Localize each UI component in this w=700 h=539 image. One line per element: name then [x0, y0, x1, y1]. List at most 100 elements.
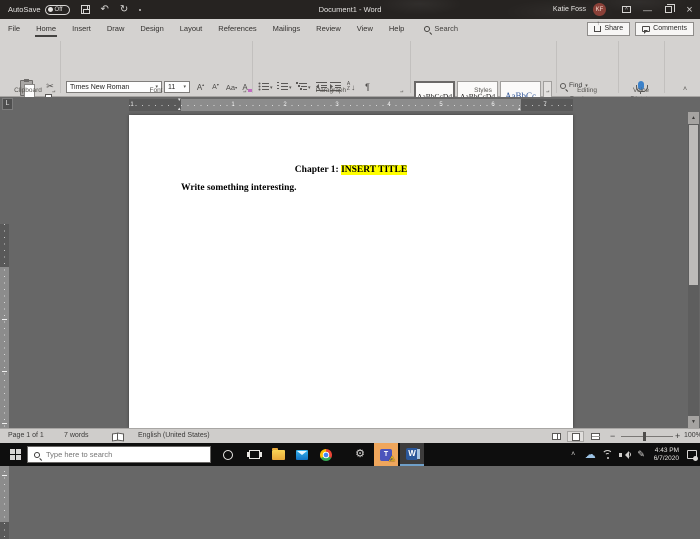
tab-draw[interactable]: Draw — [99, 19, 133, 38]
scrollbar-thumb[interactable] — [689, 125, 698, 285]
zoom-in-button[interactable]: + — [675, 431, 680, 441]
tab-home[interactable]: Home — [28, 19, 64, 38]
tab-insert[interactable]: Insert — [64, 19, 99, 38]
vertical-inch-mark — [2, 475, 7, 476]
horizontal-ruler[interactable]: 1 1 2 3 4 5 6 7 ▾ ▴ ▴ — [129, 99, 573, 111]
search-label: Search — [434, 24, 458, 33]
clipboard-dialog-launcher[interactable]: ⌐ — [52, 88, 56, 94]
editing-group-label: Editing — [556, 87, 618, 94]
ribbon-search[interactable]: Search — [424, 24, 458, 33]
tab-mailings[interactable]: Mailings — [265, 19, 309, 38]
vertical-inch-mark — [2, 319, 7, 320]
pen-icon[interactable]: ✎ — [633, 449, 650, 460]
file-explorer-button[interactable] — [268, 443, 288, 466]
settings-button[interactable]: ⚙ — [350, 443, 370, 466]
comments-button[interactable]: Comments — [635, 22, 694, 36]
onedrive-icon[interactable]: ☁ — [582, 448, 599, 461]
tab-file[interactable]: File — [0, 19, 28, 38]
document-page[interactable]: Chapter 1: INSERT TITLE Write something … — [129, 115, 573, 428]
teams-button[interactable]: T⚠ — [374, 443, 398, 466]
task-view-button[interactable] — [244, 443, 264, 466]
group-separator — [60, 41, 61, 93]
language-indicator[interactable]: English (United States) — [138, 432, 210, 439]
ruler-row: L 1 1 2 3 4 5 6 7 ▾ ▴ ▴ — [0, 97, 700, 112]
word-count[interactable]: 7 words — [64, 432, 89, 439]
paragraph-group-label: Paragraph — [252, 87, 410, 94]
restore-icon — [665, 6, 672, 13]
tray-time: 4:43 PM — [654, 447, 679, 455]
taskbar-search-input[interactable] — [46, 450, 186, 459]
group-separator — [410, 41, 411, 93]
cortana-button[interactable] — [218, 443, 238, 466]
print-layout-icon — [572, 433, 580, 441]
show-hidden-icons-button[interactable]: ˄ — [565, 451, 582, 458]
zoom-level[interactable]: 100% — [684, 432, 700, 439]
tab-view[interactable]: View — [349, 19, 381, 38]
action-center-button[interactable] — [683, 450, 700, 459]
page-indicator[interactable]: Page 1 of 1 — [8, 432, 44, 439]
chrome-button[interactable] — [316, 443, 336, 466]
vertical-ruler-ticks — [4, 224, 5, 539]
first-line-indent-marker[interactable]: ▾ — [178, 98, 181, 103]
read-mode-icon — [552, 433, 561, 440]
zoom-slider-track[interactable] — [621, 436, 673, 437]
close-button[interactable]: × — [679, 0, 700, 19]
taskbar: ⚙ T⚠ W ˄ ☁ ✎ 4:43 PM 6/7/2020 — [0, 443, 700, 466]
ribbon-display-options-button[interactable]: ˄ — [616, 0, 637, 19]
web-layout-icon — [591, 433, 600, 440]
heading-highlighted-text: INSERT TITLE — [341, 165, 407, 175]
tab-review[interactable]: Review — [308, 19, 349, 38]
volume-icon[interactable] — [616, 451, 633, 459]
tab-stop-selector[interactable]: L — [2, 98, 13, 110]
undo-icon[interactable]: ↶ — [101, 5, 109, 15]
tab-layout[interactable]: Layout — [172, 19, 211, 38]
share-icon — [594, 26, 601, 32]
autosave-switch[interactable]: Off — [45, 5, 70, 15]
paragraph-dialog-launcher[interactable]: ⌐ — [400, 88, 404, 94]
scroll-up-icon[interactable]: ▲ — [688, 112, 699, 124]
autosave-toggle[interactable]: AutoSave Off — [8, 5, 70, 15]
redo-icon[interactable]: ↻ — [120, 5, 128, 15]
restore-button[interactable] — [658, 0, 679, 19]
share-button[interactable]: Share — [587, 22, 630, 36]
tab-design[interactable]: Design — [132, 19, 171, 38]
vertical-inch-mark — [2, 423, 7, 424]
group-separator — [556, 41, 557, 93]
document-area: Chapter 1: INSERT TITLE Write something … — [0, 112, 700, 428]
ruler-mark: 4 — [387, 102, 390, 108]
zoom-slider-thumb[interactable] — [643, 432, 646, 441]
action-center-icon — [687, 450, 697, 459]
web-layout-button[interactable] — [587, 431, 604, 442]
document-body-text[interactable]: Write something interesting. — [181, 183, 296, 193]
account-name[interactable]: Katie Foss — [553, 6, 586, 13]
word-taskbar-button[interactable]: W — [400, 443, 424, 466]
avatar[interactable]: KF — [593, 3, 606, 16]
vertical-scrollbar[interactable]: ▲ ▼ — [688, 112, 699, 428]
print-layout-button[interactable] — [567, 431, 584, 442]
document-heading[interactable]: Chapter 1: INSERT TITLE — [181, 165, 521, 175]
minimize-button[interactable]: — — [637, 0, 658, 19]
taskbar-search[interactable] — [27, 446, 211, 463]
status-bar: Page 1 of 1 7 words English (United Stat… — [0, 428, 700, 443]
tab-help[interactable]: Help — [381, 19, 412, 38]
save-icon[interactable] — [81, 5, 90, 14]
styles-dialog-launcher[interactable]: ⌐ — [546, 88, 550, 94]
zoom-out-button[interactable]: − — [610, 431, 615, 441]
scroll-down-icon[interactable]: ▼ — [688, 416, 699, 428]
mail-icon — [296, 450, 308, 460]
tab-references[interactable]: References — [210, 19, 264, 38]
proofing-icon[interactable] — [112, 433, 122, 440]
mail-button[interactable] — [292, 443, 312, 466]
customize-quick-access-icon[interactable] — [139, 9, 141, 11]
vertical-ruler[interactable] — [0, 224, 9, 539]
voice-group-label: Voice — [618, 87, 664, 94]
read-mode-button[interactable] — [548, 431, 565, 442]
collapse-ribbon-icon[interactable]: ˄ — [683, 86, 687, 93]
font-dialog-launcher[interactable]: ⌐ — [243, 88, 247, 94]
title-bar: AutoSave Off ↶ ↻ Document1 - Word Katie … — [0, 0, 700, 19]
network-icon[interactable] — [599, 450, 616, 459]
start-button[interactable] — [4, 443, 26, 466]
ribbon: Paste ▾ ✂ Clipboard ⌐ Times New Roman ▾ … — [0, 38, 700, 97]
clock[interactable]: 4:43 PM 6/7/2020 — [650, 447, 683, 462]
comments-label: Comments — [653, 25, 687, 32]
